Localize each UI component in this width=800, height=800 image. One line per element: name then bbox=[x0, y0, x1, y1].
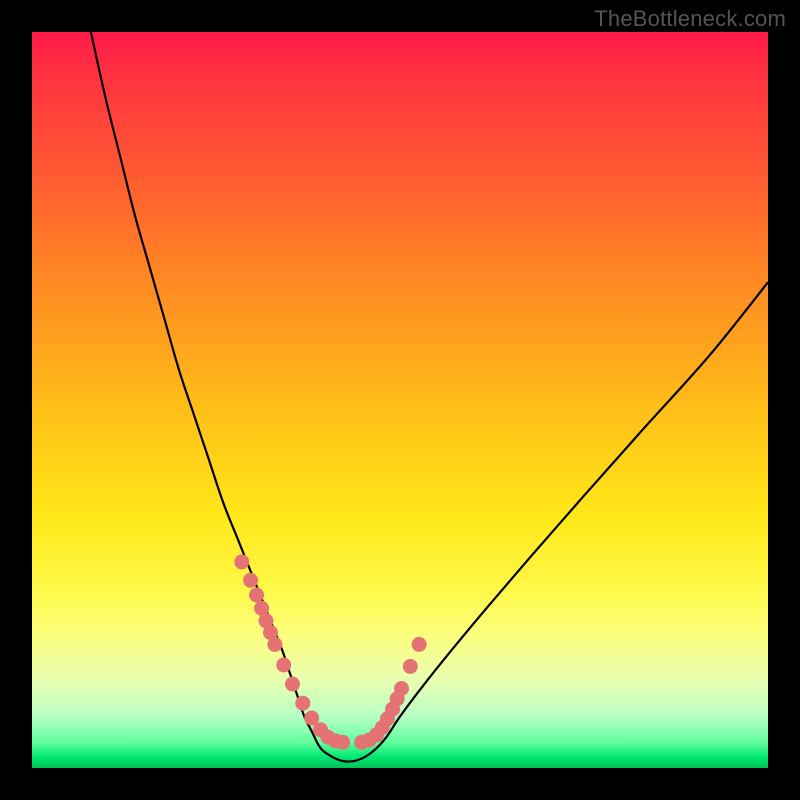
bottleneck-curve bbox=[91, 32, 768, 762]
marker-dot bbox=[412, 637, 427, 652]
marker-dot bbox=[403, 659, 418, 674]
curve-layer bbox=[32, 32, 768, 768]
plot-area bbox=[32, 32, 768, 768]
marker-dot bbox=[234, 554, 249, 569]
marker-dot bbox=[285, 677, 300, 692]
marker-dot bbox=[295, 696, 310, 711]
marker-dot bbox=[276, 658, 291, 673]
marker-dot bbox=[394, 681, 409, 696]
marker-dot bbox=[249, 588, 264, 603]
marker-dot bbox=[267, 637, 282, 652]
marker-dot bbox=[335, 735, 350, 750]
marker-dot bbox=[243, 573, 258, 588]
chart-frame: TheBottleneck.com bbox=[0, 0, 800, 800]
watermark-text: TheBottleneck.com bbox=[594, 6, 786, 32]
